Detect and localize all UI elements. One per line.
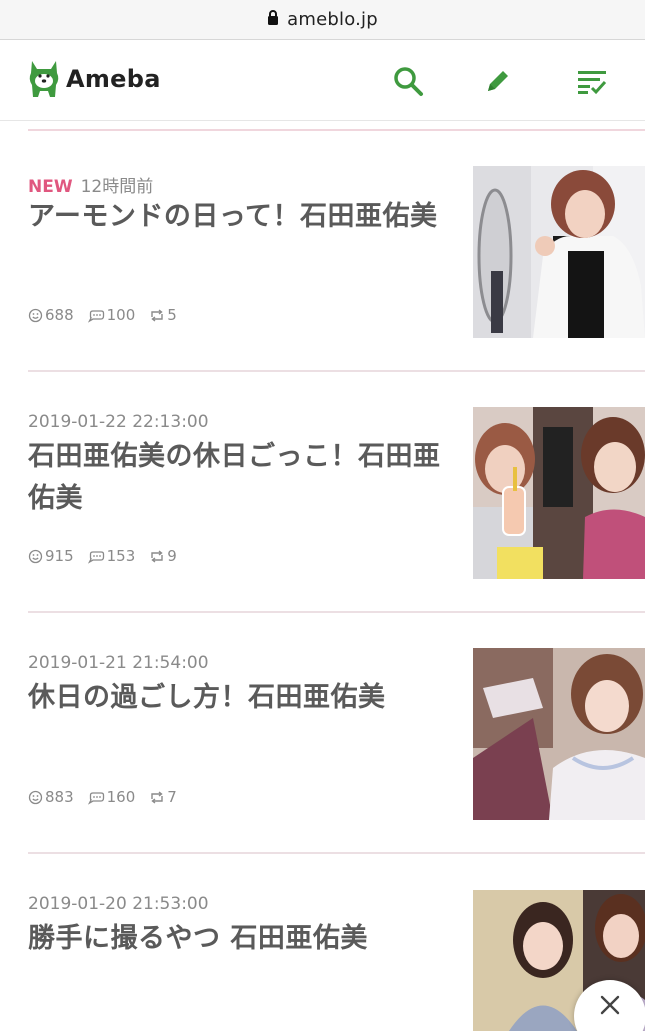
- comment-icon: [87, 550, 104, 564]
- smile-icon: [28, 308, 43, 322]
- entry-thumbnail[interactable]: [473, 648, 645, 820]
- pencil-icon: [488, 71, 508, 91]
- entry-date: 2019-01-20 21:53:00: [28, 894, 209, 914]
- like-count: 883: [28, 788, 74, 806]
- entry-title[interactable]: アーモンドの日って！石田亜佑美: [28, 196, 448, 238]
- entry-thumbnail[interactable]: [473, 166, 645, 338]
- reblog-icon: [151, 308, 163, 322]
- entry-stats: 915 153 9: [28, 547, 191, 565]
- entry-stats: 883 160 7: [28, 788, 191, 806]
- lock-icon: [267, 10, 279, 29]
- entry-divider: [28, 370, 645, 372]
- url-text: ameblo.jp: [287, 9, 378, 30]
- reblog-count: 7: [149, 788, 177, 806]
- entry-thumbnail[interactable]: [473, 407, 645, 579]
- logo-text: Ameba: [66, 65, 161, 93]
- comment-icon: [87, 791, 104, 805]
- entry-date: 2019-01-22 22:13:00: [28, 412, 209, 432]
- new-badge: NEW: [28, 177, 73, 197]
- smile-icon: [28, 790, 43, 804]
- write-post-button[interactable]: [480, 63, 516, 99]
- app-header: Ameba: [0, 41, 645, 121]
- reblog-icon: [151, 790, 163, 804]
- entry-divider: [28, 611, 645, 613]
- reblog-count: 9: [149, 547, 177, 565]
- like-count: 688: [28, 306, 74, 324]
- comment-icon: [87, 309, 104, 323]
- reblog-count: 5: [149, 306, 177, 324]
- entry-meta: 2019-01-21 21:54:00: [28, 653, 209, 673]
- entry-date: 12時間前: [80, 177, 154, 197]
- reader-list-button[interactable]: [574, 63, 610, 99]
- reblog-icon: [151, 549, 163, 563]
- search-button[interactable]: [390, 63, 426, 99]
- ameba-mascot-icon: [29, 61, 59, 97]
- comment-count: 160: [87, 788, 135, 806]
- checklist-icon: [578, 71, 607, 95]
- entry-meta: NEW 12時間前: [28, 172, 153, 197]
- comment-count: 153: [87, 547, 135, 565]
- entry-stats: 688 100 5: [28, 306, 191, 324]
- entry-title[interactable]: 休日の過ごし方！石田亜佑美: [28, 677, 448, 719]
- like-count: 915: [28, 547, 74, 565]
- entry-title[interactable]: 勝手に撮るやつ 石田亜佑美: [28, 918, 448, 960]
- entry-meta: 2019-01-20 21:53:00: [28, 894, 209, 914]
- entry-date: 2019-01-21 21:54:00: [28, 653, 209, 673]
- search-icon: [394, 67, 423, 96]
- comment-count: 100: [87, 306, 135, 324]
- close-icon: [600, 995, 620, 1015]
- smile-icon: [28, 549, 43, 563]
- entry-divider: [28, 852, 645, 854]
- entry-meta: 2019-01-22 22:13:00: [28, 412, 209, 432]
- entry-title[interactable]: 石田亜佑美の休日ごっこ！石田亜佑美: [28, 436, 448, 520]
- ameba-logo[interactable]: Ameba: [26, 57, 161, 101]
- browser-url-bar[interactable]: ameblo.jp: [0, 0, 645, 40]
- header-divider: [28, 129, 645, 131]
